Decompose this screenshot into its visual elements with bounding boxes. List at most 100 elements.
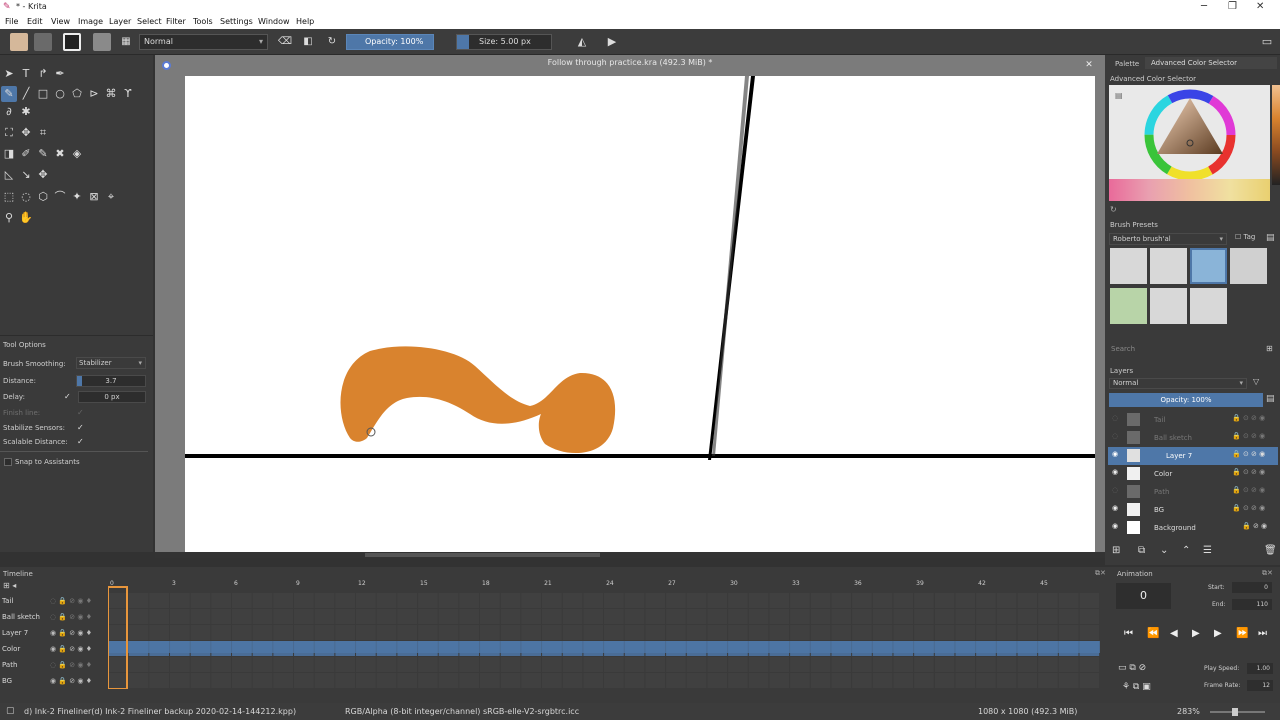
delete-layer-icon[interactable]: 🗑: [1264, 545, 1277, 556]
select-shapes-icon[interactable]: ➤: [1, 66, 17, 82]
gradient-swatch-icon[interactable]: [34, 33, 52, 51]
timeline-cell[interactable]: [314, 593, 335, 608]
prev-keyframe-icon[interactable]: ⏪: [1147, 628, 1159, 639]
timeline-cell[interactable]: [748, 657, 769, 672]
lock-icon[interactable]: 🔒 ⊘ ◉: [1242, 522, 1267, 530]
timeline-cell[interactable]: [1079, 657, 1100, 672]
layer-flags-icon[interactable]: 🔒 ⊙ ⊘ ◉: [1232, 468, 1265, 476]
timeline-cell[interactable]: [686, 593, 707, 608]
timeline-cell[interactable]: [852, 593, 872, 608]
timeline-cell[interactable]: [790, 609, 810, 624]
stabilize-sensors-checkbox[interactable]: ✓: [77, 423, 86, 432]
timeline-cell[interactable]: [686, 609, 707, 624]
zoom-slider[interactable]: [1210, 708, 1265, 716]
timeline-cell[interactable]: [128, 593, 149, 608]
timeline-cell[interactable]: [1038, 593, 1058, 608]
close-window-button[interactable]: ✕: [1256, 1, 1264, 12]
timeline-cell[interactable]: [128, 609, 149, 624]
timeline-cell[interactable]: [666, 625, 686, 640]
mirror-vertical-icon[interactable]: ▶: [603, 33, 621, 51]
timeline-cell[interactable]: [397, 609, 418, 624]
row-flags-icon[interactable]: ◌ 🔒 ⊘ ◉ ♦: [50, 613, 92, 621]
brush-preset-1[interactable]: [1110, 248, 1147, 284]
timeline-cell[interactable]: [976, 657, 996, 672]
timeline-cell[interactable]: [748, 609, 769, 624]
drop-frames-icon[interactable]: ⚘ ⧉ ▣: [1122, 682, 1151, 692]
layer-properties-icon[interactable]: ▤: [1266, 394, 1275, 404]
bezier-tool-icon[interactable]: ⌘: [103, 86, 119, 102]
timeline-cell[interactable]: [232, 609, 252, 624]
timeline-cell[interactable]: [583, 609, 604, 624]
menu-file[interactable]: File: [5, 17, 18, 26]
timeline-cell[interactable]: [190, 657, 211, 672]
timeline-cell[interactable]: [459, 657, 480, 672]
timeline-cell[interactable]: [624, 609, 645, 624]
horizontal-scrollbar[interactable]: [155, 552, 1105, 558]
timeline-cell[interactable]: [521, 673, 542, 688]
pattern-swatch-icon[interactable]: [10, 33, 28, 51]
timeline-cell[interactable]: [149, 593, 170, 608]
timeline-cell[interactable]: [480, 593, 500, 608]
timeline-cell[interactable]: [790, 625, 810, 640]
close-document-icon[interactable]: ✕: [1084, 60, 1094, 70]
layer-row[interactable]: ◉ BG 🔒 ⊙ ⊘ ◉: [1108, 501, 1278, 519]
timeline-cell[interactable]: [955, 673, 976, 688]
polyline-tool-icon[interactable]: ⊳: [86, 86, 102, 102]
timeline-cell[interactable]: [1038, 657, 1058, 672]
timeline-cell[interactable]: [190, 625, 211, 640]
tag-button[interactable]: ☐ Tag: [1235, 233, 1255, 241]
timeline-cell[interactable]: [562, 657, 583, 672]
timeline-cell[interactable]: [666, 657, 686, 672]
timeline-cell[interactable]: [438, 609, 459, 624]
visibility-off-icon[interactable]: ◌: [1112, 414, 1118, 422]
delay-checkbox[interactable]: ✓: [64, 392, 73, 401]
timeline-cell[interactable]: [604, 609, 624, 624]
timeline-cell[interactable]: [1038, 609, 1058, 624]
timeline-cell[interactable]: [1079, 609, 1100, 624]
timeline-cell[interactable]: [996, 657, 1017, 672]
timeline-cell[interactable]: [376, 657, 397, 672]
timeline-cell[interactable]: [769, 673, 790, 688]
first-frame-icon[interactable]: ⏮: [1124, 628, 1133, 639]
timeline-cell[interactable]: [273, 673, 294, 688]
timeline-cell[interactable]: [232, 673, 252, 688]
timeline-cell[interactable]: [149, 609, 170, 624]
row-flags-icon[interactable]: ◉ 🔒 ⊘ ◉ ♦: [50, 645, 92, 653]
timeline-cell[interactable]: [707, 657, 728, 672]
timeline-cell[interactable]: [624, 657, 645, 672]
layer-name[interactable]: Tail: [1154, 416, 1165, 424]
timeline-cell[interactable]: [645, 625, 666, 640]
zoom-tool-icon[interactable]: ⚲: [1, 210, 17, 226]
canvas-paper[interactable]: [185, 76, 1095, 552]
timeline-cell[interactable]: [438, 625, 459, 640]
timeline-cell[interactable]: [480, 657, 500, 672]
timeline-cell[interactable]: [521, 609, 542, 624]
timeline-cell[interactable]: [459, 673, 480, 688]
layer-name[interactable]: Layer 7: [1166, 452, 1192, 460]
edit-shapes-icon[interactable]: ↱: [35, 66, 51, 82]
reload-preset-icon[interactable]: ↻: [323, 33, 341, 51]
timeline-cell[interactable]: [211, 657, 232, 672]
visibility-icon[interactable]: ◉: [1112, 468, 1118, 476]
zoom-slider-handle[interactable]: [1232, 708, 1238, 716]
timeline-cell[interactable]: [562, 625, 583, 640]
timeline-cell[interactable]: [273, 625, 294, 640]
settings-icon[interactable]: ▤: [1115, 91, 1123, 100]
visibility-off-icon[interactable]: ◌: [1112, 432, 1118, 440]
timeline-cell[interactable]: [252, 657, 273, 672]
timeline-cell[interactable]: [397, 657, 418, 672]
timeline-cell[interactable]: [872, 657, 893, 672]
timeline-cell[interactable]: [604, 593, 624, 608]
multibrush-icon[interactable]: ✱: [18, 104, 34, 120]
timeline-cell[interactable]: [645, 673, 666, 688]
timeline-cell[interactable]: [955, 625, 976, 640]
onion-skin-icon[interactable]: ▭ ⧉ ⊘: [1118, 663, 1146, 673]
timeline-cell[interactable]: [480, 625, 500, 640]
calligraphy-icon[interactable]: ✒: [52, 66, 68, 82]
timeline-cell[interactable]: [748, 593, 769, 608]
timeline-cell[interactable]: [356, 625, 376, 640]
timeline-cell[interactable]: [996, 609, 1017, 624]
timeline-cell[interactable]: [1017, 609, 1038, 624]
timeline-cell[interactable]: [893, 673, 914, 688]
row-flags-icon[interactable]: ◉ 🔒 ⊘ ◉ ♦: [50, 677, 92, 685]
